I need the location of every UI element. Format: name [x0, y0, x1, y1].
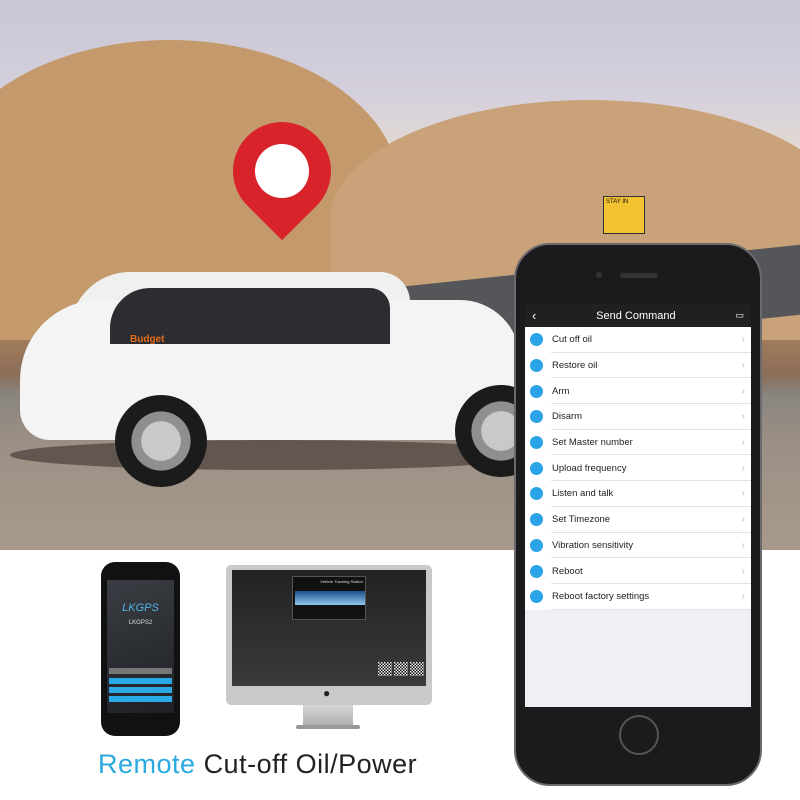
chevron-right-icon: ›: [741, 360, 745, 372]
app-button: [109, 687, 172, 693]
qr-code: [378, 662, 392, 676]
chevron-right-icon: ›: [741, 514, 745, 526]
caption: Remote Cut-off Oil/Power: [98, 749, 417, 780]
speaker: [620, 273, 658, 278]
command-item[interactable]: Cut off oil ›: [525, 327, 751, 353]
call-icon: [530, 487, 543, 501]
caption-highlight: Remote: [98, 749, 196, 779]
command-item[interactable]: Listen and talk ›: [525, 481, 751, 507]
caption-text: Cut-off Oil/Power: [203, 749, 418, 779]
home-button[interactable]: [619, 715, 659, 755]
reset-icon: [530, 590, 543, 604]
front-camera: [596, 272, 602, 278]
qr-code: [394, 662, 408, 676]
car-brand-label: Budget: [130, 334, 165, 345]
oil-off-icon: [530, 333, 543, 347]
chevron-right-icon: ›: [741, 385, 745, 397]
chevron-right-icon: ›: [741, 411, 745, 423]
qr-code: [410, 662, 424, 676]
nav-header: ‹ Send Command ▭: [525, 304, 751, 327]
monitor-icon: [530, 564, 543, 578]
road-sign: STAY IN: [603, 196, 645, 234]
command-item[interactable]: Vibration sensitivity ›: [525, 532, 751, 559]
app-logo: LKGPS: [122, 602, 159, 614]
command-label: Set Master number: [552, 437, 633, 449]
chevron-right-icon: ›: [741, 334, 745, 346]
command-label: Listen and talk: [552, 488, 614, 500]
upload-icon: [530, 461, 543, 475]
command-list: Cut off oil › Restore oil › Arm › Disarm › Set M…: [525, 327, 751, 610]
oil-restore-icon: [530, 359, 543, 373]
command-label: Upload frequency: [552, 462, 627, 474]
apple-logo-icon: ●: [323, 686, 331, 700]
command-item[interactable]: Reboot factory settings ›: [525, 583, 751, 610]
web-title: Vehicle Tracking Station: [320, 579, 363, 584]
app-name: LKGPS2: [128, 620, 153, 626]
chat-icon[interactable]: ▭: [735, 310, 744, 321]
chevron-left-icon[interactable]: ‹: [532, 308, 536, 323]
earth-banner: [295, 591, 365, 605]
command-item[interactable]: Arm ›: [525, 378, 751, 405]
car-wheel: [115, 395, 207, 487]
command-label: Disarm: [552, 411, 583, 423]
lock-icon: [530, 384, 543, 398]
chevron-right-icon: ›: [741, 437, 745, 449]
chevron-right-icon: ›: [741, 488, 745, 500]
command-item[interactable]: Restore oil ›: [525, 352, 751, 379]
input-field: [109, 668, 172, 674]
command-item[interactable]: Set Master number ›: [525, 429, 751, 456]
command-label: Cut off oil: [552, 334, 592, 346]
command-label: Restore oil: [552, 360, 598, 372]
monitor-screen: Vehicle Tracking Station: [232, 570, 426, 686]
phone-screen: ‹ Send Command ▭ Cut off oil › Restore oil…: [525, 304, 751, 707]
chevron-right-icon: ›: [741, 462, 745, 474]
command-label: Set Timezone: [552, 514, 611, 526]
moon-icon: [530, 513, 543, 527]
command-item[interactable]: Disarm ›: [525, 404, 751, 430]
command-item[interactable]: Set Timezone ›: [525, 506, 751, 533]
small-phone-screen: LKGPS LKGPS2: [107, 580, 174, 713]
chevron-right-icon: ›: [741, 591, 745, 603]
page-title: Send Command: [596, 309, 676, 322]
command-item[interactable]: Reboot ›: [525, 558, 751, 584]
login-button: [109, 678, 172, 684]
app-button: [109, 696, 172, 702]
command-item[interactable]: Upload frequency ›: [525, 455, 751, 482]
command-label: Reboot: [552, 565, 583, 577]
unlock-icon: [530, 410, 543, 424]
chevron-right-icon: ›: [741, 565, 745, 577]
chevron-right-icon: ›: [741, 539, 745, 551]
vibration-icon: [530, 538, 543, 552]
sign-text: STAY IN: [606, 199, 629, 205]
command-label: Vibration sensitivity: [552, 539, 634, 551]
monitor-base: [296, 725, 360, 729]
monitor-stand: [303, 705, 353, 727]
location-pin-center: [255, 144, 309, 198]
phone-icon: [530, 436, 543, 450]
command-label: Arm: [552, 385, 570, 397]
web-login-window: Vehicle Tracking Station: [292, 576, 366, 620]
command-label: Reboot factory settings: [552, 591, 650, 603]
